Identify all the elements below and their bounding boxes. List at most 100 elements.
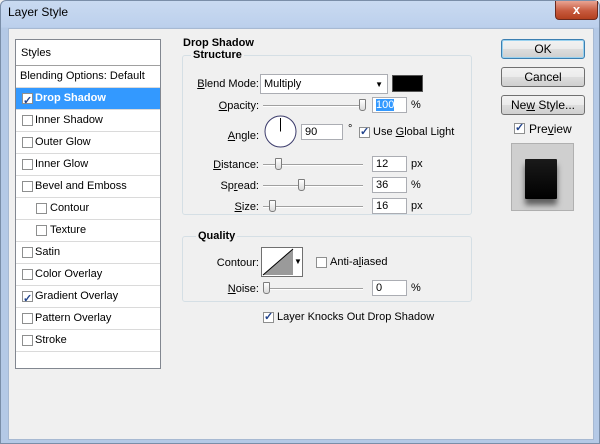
- opacity-slider-track[interactable]: [263, 105, 363, 107]
- angle-label: Angle:: [227, 130, 259, 142]
- use-global-light-checkbox[interactable]: [359, 125, 370, 138]
- noise-unit: %: [411, 282, 421, 294]
- style-checkbox[interactable]: [22, 91, 33, 112]
- size-label: Size:: [234, 201, 259, 213]
- new-style-button[interactable]: New Style...: [501, 95, 585, 115]
- spread-label: Spread:: [220, 180, 259, 192]
- style-checkbox[interactable]: [22, 115, 33, 126]
- ok-button[interactable]: OK: [501, 39, 585, 59]
- spread-slider-track[interactable]: [263, 185, 363, 187]
- drop-shadow-title: Drop Shadow: [183, 37, 254, 49]
- angle-dial[interactable]: [264, 115, 297, 148]
- layer-knocks-out-checkbox[interactable]: [263, 310, 274, 323]
- style-checkbox[interactable]: [22, 269, 33, 280]
- style-item-label: Pattern Overlay: [35, 312, 112, 324]
- opacity-slider-thumb[interactable]: [359, 99, 366, 111]
- style-item-outer-glow[interactable]: Outer Glow: [16, 132, 160, 154]
- style-item-satin[interactable]: Satin: [16, 242, 160, 264]
- structure-title: Structure: [191, 49, 244, 61]
- blending-options-item[interactable]: Blending Options: Default: [16, 66, 160, 88]
- close-button[interactable]: x: [555, 1, 598, 20]
- style-item-label: Drop Shadow: [35, 92, 106, 104]
- spread-value: 36: [376, 179, 389, 191]
- style-item-texture[interactable]: Texture: [16, 220, 160, 242]
- style-item-gradient-overlay[interactable]: Gradient Overlay: [16, 286, 160, 310]
- blend-mode-value: Multiply: [264, 78, 302, 90]
- anti-aliased-checkbox[interactable]: [316, 257, 327, 268]
- style-item-bevel-and-emboss[interactable]: Bevel and Emboss: [16, 176, 160, 198]
- use-global-light-label: Use Global Light: [373, 126, 455, 138]
- style-item-drop-shadow[interactable]: Drop Shadow: [16, 88, 160, 112]
- angle-unit: °: [348, 123, 353, 135]
- shadow-color-swatch[interactable]: [392, 75, 423, 92]
- distance-input[interactable]: 12: [372, 156, 407, 172]
- contour-dropdown-icon[interactable]: ▼: [294, 257, 302, 266]
- anti-aliased-label: Anti-aliased: [330, 256, 388, 268]
- window-title: Layer Style: [8, 5, 69, 19]
- preview-label: Preview: [529, 122, 572, 136]
- distance-unit: px: [411, 158, 423, 170]
- noise-input[interactable]: 0: [372, 280, 407, 296]
- angle-dial-icon: [264, 115, 297, 148]
- size-input[interactable]: 16: [372, 198, 407, 214]
- dialog-body: Styles Blending Options: Default Drop Sh…: [8, 28, 594, 440]
- style-item-label: Inner Glow: [35, 158, 89, 170]
- preview-checkbox[interactable]: [514, 121, 525, 134]
- style-item-label: Contour: [50, 202, 90, 214]
- style-preview-thumbnail: [511, 143, 574, 211]
- distance-value: 12: [376, 158, 389, 170]
- blending-options-label: Blending Options: Default: [20, 70, 145, 82]
- spread-input[interactable]: 36: [372, 177, 407, 193]
- cancel-button[interactable]: Cancel: [501, 67, 585, 87]
- style-checkbox[interactable]: [22, 247, 33, 258]
- styles-header[interactable]: Styles: [16, 40, 160, 66]
- contour-picker[interactable]: ▼: [261, 247, 303, 277]
- angle-input[interactable]: 90: [301, 124, 343, 140]
- noise-slider-thumb[interactable]: [263, 282, 270, 294]
- contour-curve-icon: [262, 248, 294, 276]
- contour-label: Contour:: [216, 257, 259, 269]
- style-item-label: Inner Shadow: [35, 114, 103, 126]
- style-item-label: Gradient Overlay: [35, 290, 119, 302]
- styles-list: Styles Blending Options: Default Drop Sh…: [15, 39, 161, 369]
- quality-title: Quality: [196, 230, 238, 242]
- noise-slider-track[interactable]: [263, 288, 363, 290]
- style-item-label: Outer Glow: [35, 136, 91, 148]
- distance-label: Distance:: [213, 159, 259, 171]
- style-checkbox[interactable]: [36, 225, 47, 236]
- spread-slider-thumb[interactable]: [297, 179, 305, 191]
- style-item-inner-glow[interactable]: Inner Glow: [16, 154, 160, 176]
- style-item-stroke[interactable]: Stroke: [16, 330, 160, 352]
- style-item-contour[interactable]: Contour: [16, 198, 160, 220]
- angle-value: 90: [305, 126, 318, 138]
- style-item-color-overlay[interactable]: Color Overlay: [16, 264, 160, 286]
- style-checkbox[interactable]: [22, 335, 33, 346]
- styles-header-label: Styles: [21, 47, 51, 59]
- opacity-input[interactable]: 100: [372, 97, 407, 113]
- style-item-label: Stroke: [35, 334, 67, 346]
- spread-unit: %: [411, 179, 421, 191]
- style-checkbox[interactable]: [22, 289, 33, 310]
- layer-style-window: Layer Style x Styles Blending Options: D…: [0, 0, 600, 444]
- quality-group: Quality Contour: ▼ Anti-aliased Noise: 0…: [182, 230, 472, 302]
- blend-mode-label: Blend Mode:: [197, 78, 259, 90]
- noise-label: Noise:: [227, 283, 259, 295]
- size-unit: px: [411, 200, 423, 212]
- size-value: 16: [376, 200, 389, 212]
- style-item-inner-shadow[interactable]: Inner Shadow: [16, 110, 160, 132]
- size-slider-track[interactable]: [263, 206, 363, 208]
- blend-mode-select[interactable]: Multiply ▼: [260, 74, 388, 94]
- structure-group: Structure Blend Mode: Multiply ▼ Opacity…: [182, 49, 472, 215]
- style-checkbox[interactable]: [22, 137, 33, 148]
- noise-value: 0: [376, 282, 383, 294]
- style-item-pattern-overlay[interactable]: Pattern Overlay: [16, 308, 160, 330]
- style-checkbox[interactable]: [22, 159, 33, 170]
- style-checkbox[interactable]: [22, 313, 33, 324]
- style-item-label: Color Overlay: [35, 268, 103, 280]
- preview-swatch: [525, 159, 557, 199]
- style-checkbox[interactable]: [22, 181, 33, 192]
- size-slider-thumb[interactable]: [269, 200, 277, 212]
- chevron-down-icon: ▼: [375, 80, 383, 89]
- distance-slider-thumb[interactable]: [274, 158, 282, 170]
- style-checkbox[interactable]: [36, 203, 47, 214]
